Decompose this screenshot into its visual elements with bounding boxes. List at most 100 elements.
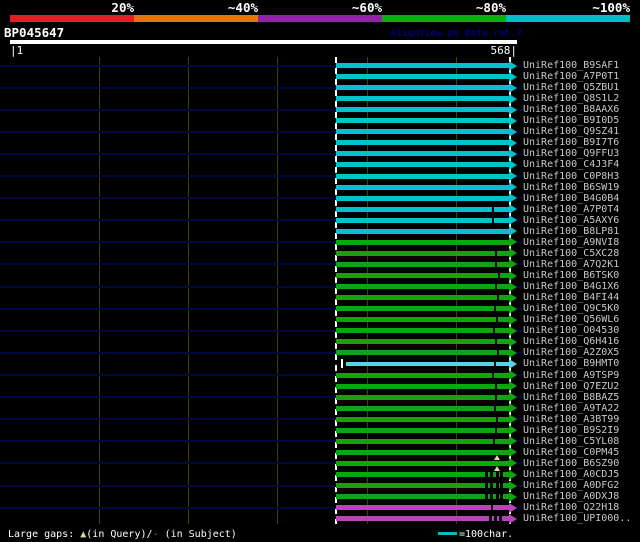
alignment-row-label[interactable]: UniRef100_B4G0B4 <box>523 193 619 204</box>
gap-subject-tick <box>488 516 492 522</box>
alignment-row-label[interactable]: UniRef100_A7P0T4 <box>523 204 619 215</box>
alignment-bar[interactable] <box>336 339 509 345</box>
alignment-bar[interactable] <box>336 74 509 80</box>
alignment-bar[interactable] <box>336 383 509 389</box>
alignment-row-label[interactable]: UniRef100_Q8S1L2 <box>523 93 619 104</box>
alignment-row-label[interactable]: UniRef100_B9HMT0 <box>523 358 619 369</box>
alignment-row-label[interactable]: UniRef100_A7P0T1 <box>523 71 619 82</box>
alignment-bar[interactable] <box>336 438 509 444</box>
gap-legend-prefix: Large gaps: <box>8 529 81 540</box>
alignment-bar[interactable] <box>336 505 509 511</box>
alignment-bar[interactable] <box>336 250 509 256</box>
alignment-bar[interactable] <box>336 416 509 422</box>
alignment-arrowhead-icon <box>509 314 517 325</box>
alignment-row-label[interactable]: UniRef100_A9NVI8 <box>523 237 619 248</box>
alignment-bar[interactable] <box>336 273 509 279</box>
alignment-row-label[interactable]: UniRef100_Q9SZ41 <box>523 126 619 137</box>
alignment-bar[interactable] <box>336 328 509 334</box>
gap-subject-tick <box>491 372 494 378</box>
alignment-bar[interactable] <box>336 140 509 146</box>
alignment-row-label[interactable]: UniRef100_O04530 <box>523 325 619 336</box>
alignment-row-label[interactable]: UniRef100_UPI000.. <box>523 513 631 524</box>
alignment-bar[interactable] <box>336 405 509 411</box>
alignment-row-label[interactable]: UniRef100_B6TSK0 <box>523 270 619 281</box>
alignment-bar[interactable] <box>336 295 509 301</box>
alignment-arrowhead-icon <box>509 414 517 425</box>
alignment-arrowhead-icon <box>509 381 517 392</box>
alignment-bar[interactable] <box>336 85 509 91</box>
alignment-bar[interactable] <box>336 206 509 212</box>
alignment-arrowhead-icon <box>509 204 517 215</box>
alignment-bar[interactable] <box>336 228 509 234</box>
alignment-row-label[interactable]: UniRef100_A0DXJ8 <box>523 491 619 502</box>
alignment-row-label[interactable]: UniRef100_Q22H18 <box>523 502 619 513</box>
alignment-arrowhead-icon <box>509 480 517 491</box>
alignment-row-label[interactable]: UniRef100_B9I7T6 <box>523 137 619 148</box>
alignment-bar[interactable] <box>336 96 509 102</box>
alignment-row-label[interactable]: UniRef100_A2Z0X5 <box>523 347 619 358</box>
alignment-row-label[interactable]: UniRef100_B6SZ90 <box>523 458 619 469</box>
alignment-bar[interactable] <box>336 129 509 135</box>
alignment-row-label[interactable]: UniRef100_Q9C5K0 <box>523 303 619 314</box>
alignment-row-label[interactable]: UniRef100_B9S2I9 <box>523 425 619 436</box>
alignment-row-label[interactable]: UniRef100_C0PM45 <box>523 447 619 458</box>
alignment-bar[interactable] <box>336 472 509 478</box>
alignment-row-label[interactable]: UniRef100_B8BAZ5 <box>523 392 619 403</box>
alignment-bar[interactable] <box>336 162 509 168</box>
identity-scale-label: ~100% <box>592 0 630 15</box>
alignment-bar[interactable] <box>336 350 509 356</box>
alignment-bar[interactable] <box>336 372 509 378</box>
gap-subject-tick <box>493 361 496 367</box>
gap-subject-tick <box>495 494 499 500</box>
gridline-vertical <box>99 57 100 524</box>
alignment-bar[interactable] <box>336 261 509 267</box>
alignment-arrowhead-icon <box>509 336 517 347</box>
alignment-bar[interactable] <box>336 239 509 245</box>
alignment-bar[interactable] <box>336 427 509 433</box>
alignment-bar[interactable] <box>336 460 509 466</box>
alignment-row-label[interactable]: UniRef100_B9I0D5 <box>523 115 619 126</box>
alignment-bar[interactable] <box>336 449 509 455</box>
alignment-bar[interactable] <box>336 217 509 223</box>
alignment-row-label[interactable]: UniRef100_Q5ZBU1 <box>523 82 619 93</box>
alignment-row-label[interactable]: UniRef100_C4J3F4 <box>523 159 619 170</box>
alignment-row-label[interactable]: UniRef100_A0CDJ5 <box>523 469 619 480</box>
identity-scale-label: 20% <box>111 0 134 15</box>
alignment-row-label[interactable]: UniRef100_A3BT99 <box>523 414 619 425</box>
alignment-row-label[interactable]: UniRef100_B6SW19 <box>523 182 619 193</box>
alignment-bar[interactable] <box>346 361 509 366</box>
alignment-row-label[interactable]: UniRef100_B9SAF1 <box>523 60 619 71</box>
alignment-bar[interactable] <box>336 284 509 290</box>
alignment-row-label[interactable]: UniRef100_B4G1X6 <box>523 281 619 292</box>
alignment-row-label[interactable]: UniRef100_Q9FFU3 <box>523 148 619 159</box>
alignment-bar[interactable] <box>336 317 509 323</box>
alignment-row-label[interactable]: UniRef100_Q56WL6 <box>523 314 619 325</box>
alignment-bar[interactable] <box>336 107 509 113</box>
alignment-row-label[interactable]: UniRef100_C5YL08 <box>523 436 619 447</box>
alignment-bar[interactable] <box>336 118 509 124</box>
scale-legend-line-icon <box>438 532 457 535</box>
alignment-bar[interactable] <box>336 151 509 157</box>
alignment-bar[interactable] <box>336 483 509 489</box>
gap-subject-tick <box>491 217 494 223</box>
alignment-row-label[interactable]: UniRef100_Q7EZU2 <box>523 381 619 392</box>
alignment-bar[interactable] <box>336 306 509 312</box>
alignment-row-label[interactable]: UniRef100_A7Q2K1 <box>523 259 619 270</box>
alignment-row-label[interactable]: UniRef100_A0DFG2 <box>523 480 619 491</box>
alignment-row-label[interactable]: UniRef100_A9TA22 <box>523 403 619 414</box>
alignment-row-label[interactable]: UniRef100_C0P8H3 <box>523 171 619 182</box>
alignment-row-label[interactable]: UniRef100_B8AAX6 <box>523 104 619 115</box>
alignment-row-label[interactable]: UniRef100_B8LP81 <box>523 226 619 237</box>
alignment-row-label[interactable]: UniRef100_C5XC28 <box>523 248 619 259</box>
alignment-row-label[interactable]: UniRef100_A5AXY6 <box>523 215 619 226</box>
alignment-bar[interactable] <box>336 63 509 68</box>
alignment-bar[interactable] <box>336 394 509 400</box>
alignment-bar[interactable] <box>336 195 509 201</box>
alignment-bar[interactable] <box>336 173 509 179</box>
alignment-bar[interactable] <box>336 494 509 500</box>
alignment-row-label[interactable]: UniRef100_Q6H416 <box>523 336 619 347</box>
alignment-bar[interactable] <box>336 184 509 190</box>
alignment-row-label[interactable]: UniRef100_A9TSP9 <box>523 370 619 381</box>
alignment-row-label[interactable]: UniRef100_B4FI44 <box>523 292 619 303</box>
alignment-bar[interactable] <box>336 516 509 522</box>
